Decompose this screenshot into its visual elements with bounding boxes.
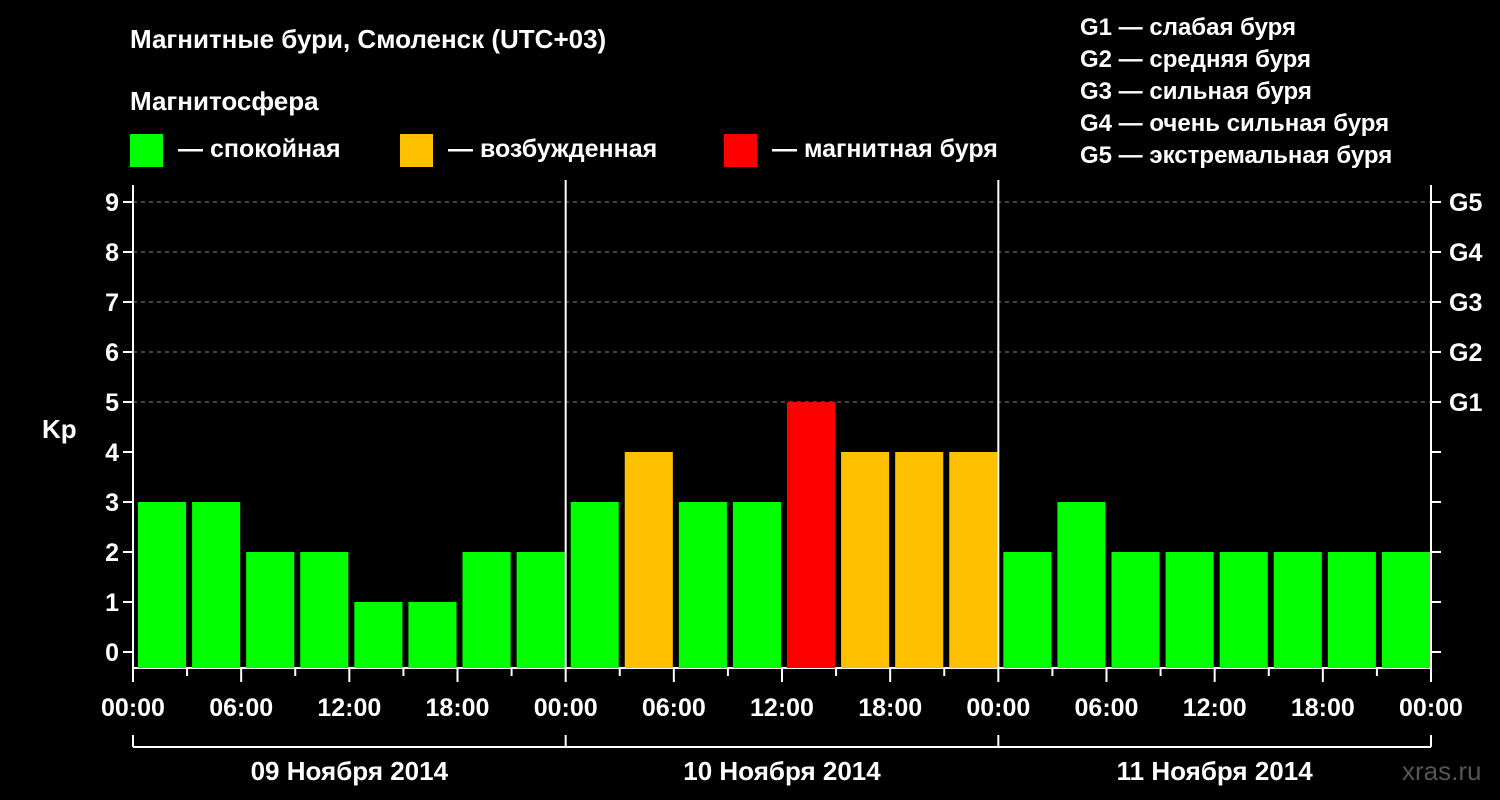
y-tick-label: 1 <box>105 589 119 617</box>
bar <box>895 452 944 668</box>
y-tick-label: 4 <box>105 439 119 467</box>
bar <box>624 452 673 668</box>
bar <box>462 552 511 668</box>
bar <box>300 552 349 668</box>
bar <box>1057 502 1106 668</box>
x-tick-label: 18:00 <box>1291 694 1355 722</box>
bar <box>732 502 781 668</box>
bar <box>949 452 998 668</box>
bar <box>354 602 403 668</box>
bar <box>192 502 241 668</box>
bar <box>246 552 295 668</box>
bar <box>1219 552 1268 668</box>
bar <box>1003 552 1052 668</box>
x-tick-label: 12:00 <box>750 694 814 722</box>
y-tick-label: 8 <box>105 239 119 267</box>
bar <box>1111 552 1160 668</box>
x-tick-label: 06:00 <box>642 694 706 722</box>
x-tick-label: 12:00 <box>317 694 381 722</box>
bar <box>1381 552 1430 668</box>
day-label: 11 Ноября 2014 <box>1117 756 1314 786</box>
y-tick-label: 2 <box>105 539 119 567</box>
x-tick-label: 12:00 <box>1183 694 1247 722</box>
bar <box>570 502 619 668</box>
x-tick-label: 06:00 <box>1075 694 1139 722</box>
x-tick-label: 00:00 <box>1399 694 1463 722</box>
right-tick-label: G4 <box>1449 239 1482 267</box>
y-tick-label: 3 <box>105 489 119 517</box>
x-tick-label: 00:00 <box>534 694 598 722</box>
kp-chart: 0 1 2 3 4 5 6 7 8 9 G1 G2 G3 G4 G5 Kp 00:00 06:00 12:00 18:… <box>42 180 1482 786</box>
x-tick-label: 18:00 <box>858 694 922 722</box>
y-tick-label: 6 <box>105 339 119 367</box>
right-tick-label: G3 <box>1449 289 1482 317</box>
bar <box>408 602 457 668</box>
right-tick-label: G1 <box>1449 389 1482 417</box>
y-tick-label: 5 <box>105 389 119 417</box>
x-tick-label: 00:00 <box>966 694 1030 722</box>
y-tick-label: 0 <box>105 639 119 667</box>
x-tick-label: 18:00 <box>426 694 490 722</box>
bar <box>138 502 187 668</box>
bar <box>787 402 836 668</box>
right-tick-label: G2 <box>1449 339 1482 367</box>
right-tick-label: G5 <box>1449 189 1482 217</box>
y-tick-label: 9 <box>105 189 119 217</box>
bar <box>1327 552 1376 668</box>
x-tick-label: 00:00 <box>101 694 165 722</box>
bar <box>1273 552 1322 668</box>
y-axis-label: Kp <box>42 414 77 444</box>
day-label: 09 Ноября 2014 <box>251 756 449 786</box>
y-tick-label: 7 <box>105 289 119 317</box>
x-tick-label: 06:00 <box>209 694 273 722</box>
bar <box>678 502 727 668</box>
bar <box>1165 552 1214 668</box>
bar <box>841 452 890 668</box>
bar <box>516 552 565 668</box>
day-label: 10 Ноября 2014 <box>683 756 881 786</box>
